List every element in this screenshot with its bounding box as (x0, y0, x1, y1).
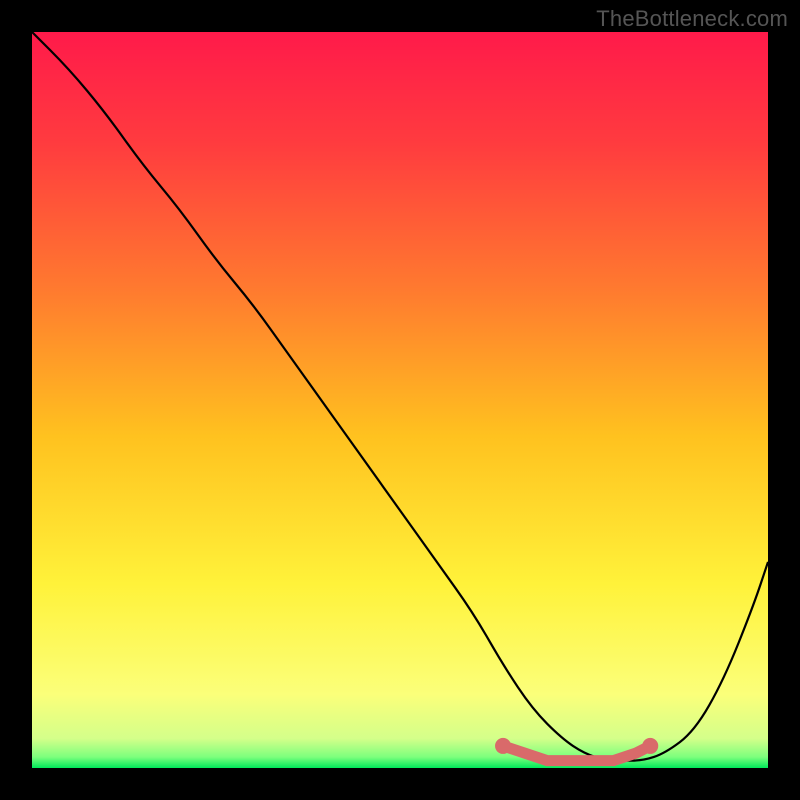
watermark-text: TheBottleneck.com (596, 6, 788, 32)
optimal-zone-end-dot (642, 738, 658, 754)
bottleneck-curve (32, 32, 768, 761)
chart-plot-area (32, 32, 768, 768)
chart-curve-layer (32, 32, 768, 768)
optimal-zone-end-dot (495, 738, 511, 754)
